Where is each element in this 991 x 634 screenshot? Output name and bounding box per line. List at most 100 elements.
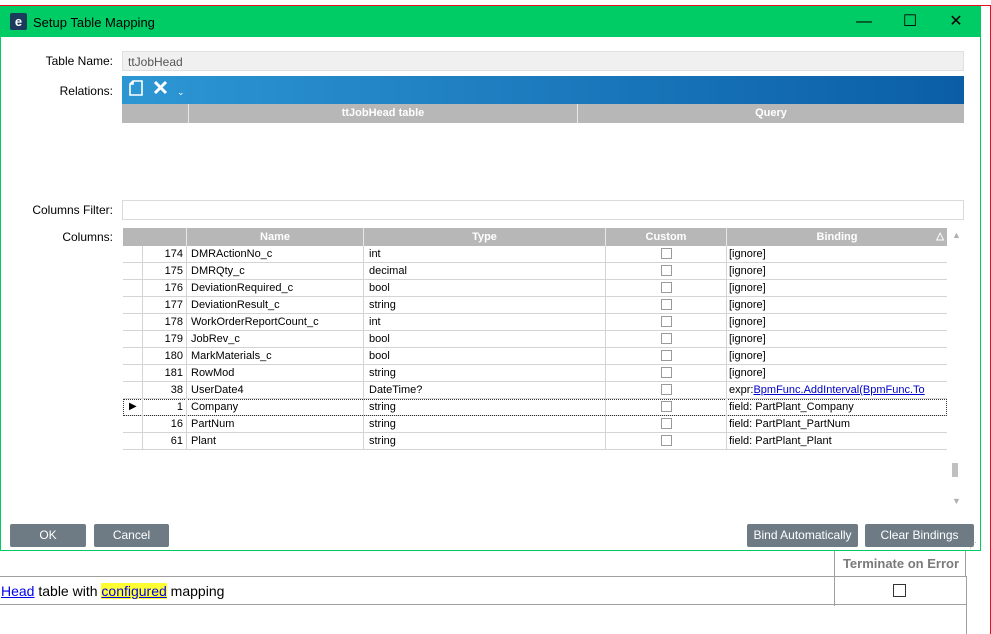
column-name-cell[interactable]: UserDate4 <box>186 382 363 399</box>
row-selector[interactable] <box>123 365 142 382</box>
custom-checkbox[interactable] <box>661 248 672 259</box>
column-mapping-row[interactable]: 175 DMRQty_c decimal [ignore] <box>123 263 947 280</box>
binding-cell[interactable]: [ignore] <box>726 246 947 263</box>
column-name-cell[interactable]: JobRev_c <box>186 331 363 348</box>
column-name-cell[interactable]: DMRActionNo_c <box>186 246 363 263</box>
custom-checkbox[interactable] <box>661 265 672 276</box>
relations-table-header[interactable]: ttJobHead table <box>188 104 577 123</box>
row-selector[interactable] <box>123 433 142 450</box>
column-mapping-row[interactable]: 38 UserDate4 DateTime? expr:BpmFunc.AddInte… <box>123 382 947 399</box>
column-type-cell[interactable]: string <box>363 297 605 314</box>
resize-grip-icon[interactable]: ⋰ <box>969 541 979 551</box>
custom-checkbox[interactable] <box>661 401 672 412</box>
binding-cell[interactable]: [ignore] <box>726 263 947 280</box>
row-selector[interactable] <box>123 297 142 314</box>
scroll-down-icon[interactable]: ▼ <box>952 496 961 506</box>
binding-cell[interactable]: [ignore] <box>726 365 947 382</box>
row-selector[interactable] <box>123 382 142 399</box>
new-document-icon[interactable] <box>129 80 143 102</box>
custom-checkbox[interactable] <box>661 418 672 429</box>
column-name-cell[interactable]: Company <box>186 399 363 416</box>
column-type-cell[interactable]: string <box>363 365 605 382</box>
column-name-cell[interactable]: RowMod <box>186 365 363 382</box>
column-mapping-row[interactable]: 174 DMRActionNo_c int [ignore] <box>123 246 947 263</box>
column-name-cell[interactable]: DeviationRequired_c <box>186 280 363 297</box>
column-name-cell[interactable]: DMRQty_c <box>186 263 363 280</box>
custom-checkbox[interactable] <box>661 435 672 446</box>
binding-cell[interactable]: expr:BpmFunc.AddInterval(BpmFunc.To <box>726 382 947 399</box>
column-type-cell[interactable]: string <box>363 433 605 450</box>
row-selector[interactable]: ▶ <box>123 399 142 416</box>
binding-cell[interactable]: [ignore] <box>726 348 947 365</box>
binding-cell[interactable]: field: PartPlant_Plant <box>726 433 947 450</box>
custom-column-header[interactable]: Custom <box>605 228 726 246</box>
cancel-button[interactable]: Cancel <box>94 524 169 547</box>
binding-cell[interactable]: [ignore] <box>726 280 947 297</box>
columns-filter-input[interactable] <box>122 200 964 220</box>
binding-cell[interactable]: field: PartPlant_Company <box>726 399 947 416</box>
relations-query-header[interactable]: Query <box>577 104 964 123</box>
table-link[interactable]: Head <box>1 583 34 599</box>
column-type-cell[interactable]: bool <box>363 331 605 348</box>
close-button[interactable]: ✕ <box>933 7 979 37</box>
terminate-on-error-checkbox[interactable] <box>893 584 906 597</box>
minimize-button[interactable]: — <box>841 7 887 37</box>
ok-button[interactable]: OK <box>10 524 86 547</box>
row-selector[interactable] <box>123 246 142 263</box>
custom-checkbox[interactable] <box>661 282 672 293</box>
custom-checkbox[interactable] <box>661 384 672 395</box>
column-mapping-row[interactable]: 176 DeviationRequired_c bool [ignore] <box>123 280 947 297</box>
custom-checkbox[interactable] <box>661 316 672 327</box>
column-type-cell[interactable]: string <box>363 399 605 416</box>
column-type-cell[interactable]: int <box>363 314 605 331</box>
column-name-cell[interactable]: WorkOrderReportCount_c <box>186 314 363 331</box>
binding-cell[interactable]: [ignore] <box>726 331 947 348</box>
column-mapping-row[interactable]: 180 MarkMaterials_c bool [ignore] <box>123 348 947 365</box>
row-selector[interactable] <box>123 348 142 365</box>
columns-grid-scrollbar[interactable]: ▲ ▼ <box>948 228 964 510</box>
binding-expression-link[interactable]: BpmFunc.AddInterval(BpmFunc.To <box>753 384 924 396</box>
column-mapping-row[interactable]: 61 Plant string field: PartPlant_Plant <box>123 433 947 450</box>
row-selector[interactable] <box>123 263 142 280</box>
custom-checkbox[interactable] <box>661 350 672 361</box>
type-column-header[interactable]: Type <box>363 228 605 246</box>
column-mapping-row[interactable]: 178 WorkOrderReportCount_c int [ignore] <box>123 314 947 331</box>
scroll-up-icon[interactable]: ▲ <box>952 230 961 240</box>
column-mapping-row[interactable]: 179 JobRev_c bool [ignore] <box>123 331 947 348</box>
clear-bindings-button[interactable]: Clear Bindings <box>865 524 974 547</box>
column-type-cell[interactable]: bool <box>363 348 605 365</box>
binding-cell[interactable]: [ignore] <box>726 297 947 314</box>
column-mapping-row[interactable]: 181 RowMod string [ignore] <box>123 365 947 382</box>
table-name-field[interactable]: ttJobHead <box>122 51 964 71</box>
column-type-cell[interactable]: decimal <box>363 263 605 280</box>
column-type-cell[interactable]: int <box>363 246 605 263</box>
row-selector[interactable] <box>123 280 142 297</box>
column-type-cell[interactable]: string <box>363 416 605 433</box>
binding-cell[interactable]: field: PartPlant_PartNum <box>726 416 947 433</box>
row-selector[interactable] <box>123 331 142 348</box>
dropdown-caret-icon[interactable]: ⌄ <box>177 82 185 102</box>
column-mapping-row[interactable]: 16 PartNum string field: PartPlant_PartNum <box>123 416 947 433</box>
column-name-cell[interactable]: MarkMaterials_c <box>186 348 363 365</box>
column-name-cell[interactable]: Plant <box>186 433 363 450</box>
column-mapping-row[interactable]: ▶ 1 Company string field: PartPlant_Company <box>123 399 947 416</box>
column-type-cell[interactable]: bool <box>363 280 605 297</box>
bind-automatically-button[interactable]: Bind Automatically <box>747 524 858 547</box>
directive-row[interactable]: Head table with configured mapping <box>0 576 967 606</box>
configured-link[interactable]: configured <box>101 583 167 599</box>
maximize-button[interactable]: ☐ <box>887 7 933 37</box>
row-selector[interactable] <box>123 416 142 433</box>
column-name-cell[interactable]: DeviationResult_c <box>186 297 363 314</box>
row-selector[interactable] <box>123 314 142 331</box>
custom-checkbox[interactable] <box>661 333 672 344</box>
title-bar[interactable]: e Setup Table Mapping — ☐ ✕ <box>1 7 980 37</box>
column-type-cell[interactable]: DateTime? <box>363 382 605 399</box>
column-name-cell[interactable]: PartNum <box>186 416 363 433</box>
custom-checkbox[interactable] <box>661 299 672 310</box>
binding-column-header[interactable]: Binding △ <box>726 228 947 246</box>
name-column-header[interactable]: Name <box>186 228 363 246</box>
binding-cell[interactable]: [ignore] <box>726 314 947 331</box>
scrollbar-thumb[interactable] <box>952 463 958 477</box>
column-mapping-row[interactable]: 177 DeviationResult_c string [ignore] <box>123 297 947 314</box>
custom-checkbox[interactable] <box>661 367 672 378</box>
